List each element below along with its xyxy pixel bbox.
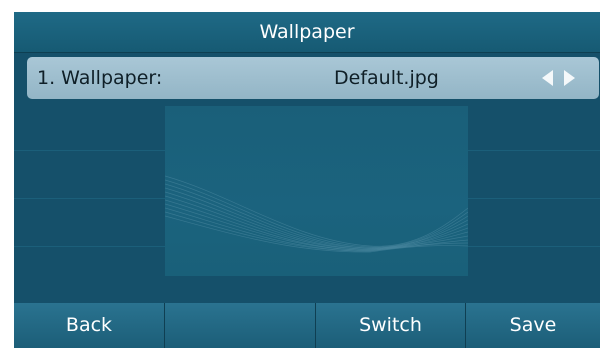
softkey-bar: Back Switch Save bbox=[14, 303, 600, 348]
empty-softkey[interactable] bbox=[164, 303, 315, 348]
wallpaper-setting-value: Default.jpg bbox=[334, 67, 439, 89]
value-switch-arrows[interactable] bbox=[542, 70, 592, 86]
arrow-right-icon[interactable] bbox=[564, 70, 575, 86]
arrow-left-icon[interactable] bbox=[542, 70, 553, 86]
switch-softkey[interactable]: Switch bbox=[315, 303, 465, 348]
screen-title: Wallpaper bbox=[14, 12, 600, 53]
back-softkey[interactable]: Back bbox=[14, 303, 164, 348]
phone-display-frame: Wallpaper 1. Wallpaper: Default.jpg Back… bbox=[0, 0, 607, 349]
save-softkey[interactable]: Save bbox=[465, 303, 600, 348]
wallpaper-setting-row[interactable]: 1. Wallpaper: Default.jpg bbox=[27, 57, 599, 99]
wallpaper-preview bbox=[165, 106, 468, 276]
wallpaper-wave-graphic bbox=[165, 175, 468, 253]
phone-screen: Wallpaper 1. Wallpaper: Default.jpg Back… bbox=[14, 12, 600, 348]
wallpaper-setting-label: 1. Wallpaper: bbox=[37, 67, 163, 89]
